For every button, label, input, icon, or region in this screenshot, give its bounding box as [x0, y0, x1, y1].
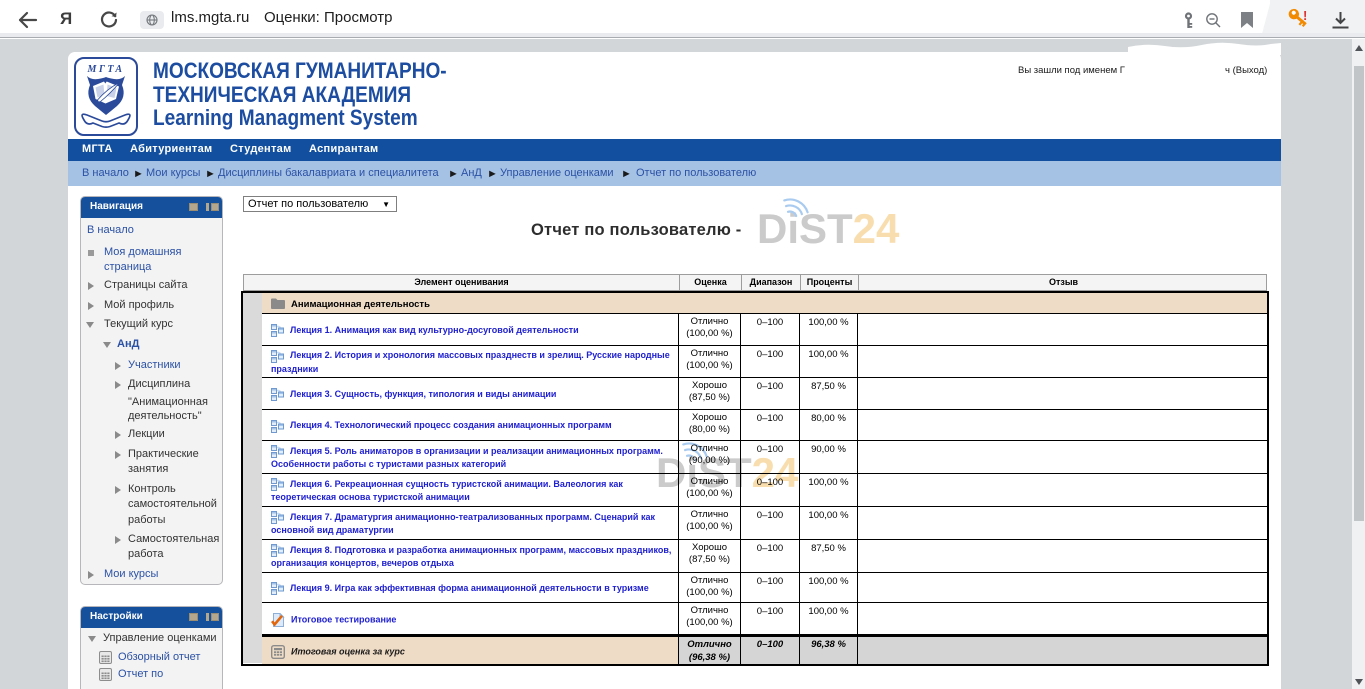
svg-text:!: ! [1303, 8, 1307, 23]
svg-text:МГТА: МГТА [86, 64, 124, 75]
